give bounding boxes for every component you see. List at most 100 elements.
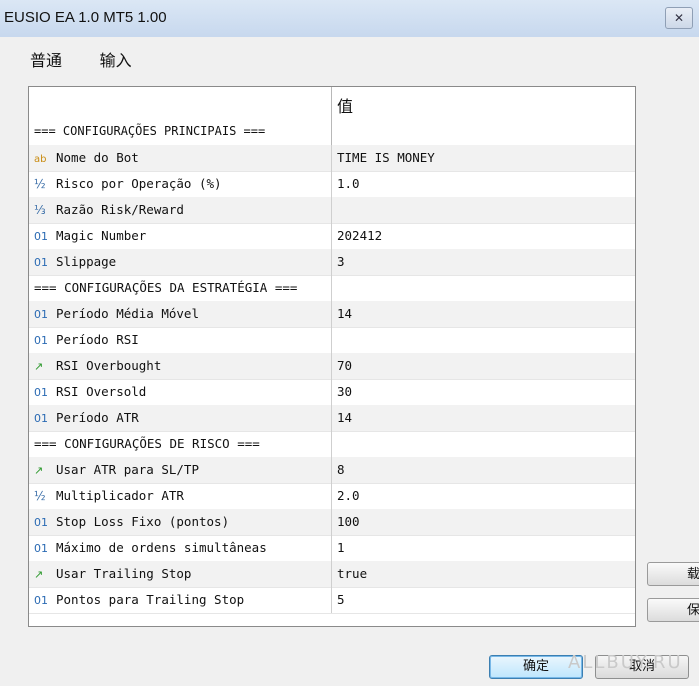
tab-bar: 普通 输入 [30,47,160,71]
parameter-row[interactable]: 01 RSI Oversold 30 [29,379,635,406]
parameter-value[interactable]: 1 [337,535,627,561]
parameter-value[interactable]: 70 [337,353,627,379]
load-button[interactable]: 载 [647,562,699,586]
parameter-value[interactable]: 8 [337,457,627,483]
parameter-label: RSI Overbought [56,358,162,373]
integer-type-icon: 01 [34,230,48,243]
tab-inputs[interactable]: 输入 [100,47,132,71]
close-icon[interactable]: ✕ [665,7,693,29]
parameter-name: ↗ Usar ATR para SL/TP [34,457,326,483]
parameter-value[interactable]: true [337,561,627,587]
grid-header: 值 === CONFIGURAÇÕES PRINCIPAIS === [29,87,635,146]
parameter-name: 01 Magic Number [34,223,326,249]
parameter-label: Razão Risk/Reward [56,202,184,217]
parameter-label: Stop Loss Fixo (pontos) [56,514,230,529]
watermark: ALLBUY.RU [568,652,683,673]
parameter-row[interactable]: ½ Risco por Operação (%) 1.0 [29,171,635,198]
parameter-value[interactable]: 14 [337,301,627,327]
parameter-value[interactable]: 100 [337,509,627,535]
integer-type-icon: 01 [34,594,48,607]
parameter-name: 01 RSI Oversold [34,379,326,405]
parameter-name: 01 Slippage [34,249,326,275]
parameter-value[interactable] [337,327,627,353]
parameter-value[interactable]: 2.0 [337,483,627,509]
double-type-icon: ½ [34,177,46,191]
parameter-name: 01 Período RSI [34,327,326,353]
parameter-row[interactable]: ↗ Usar ATR para SL/TP 8 [29,457,635,484]
parameter-label: Máximo de ordens simultâneas [56,540,267,555]
enum-type-icon: ↗ [34,360,44,373]
parameter-label: Risco por Operação (%) [56,176,222,191]
parameter-label: Usar ATR para SL/TP [56,462,199,477]
parameter-label: Nome do Bot [56,150,139,165]
parameter-name: 01 Máximo de ordens simultâneas [34,535,326,561]
save-button[interactable]: 保 [647,598,699,622]
parameter-label: Usar Trailing Stop [56,566,192,581]
parameter-value[interactable]: 202412 [337,223,627,249]
parameter-row[interactable]: 01 Pontos para Trailing Stop 5 [29,587,635,614]
parameter-name: 01 Pontos para Trailing Stop [34,587,326,613]
string-type-icon: ab [34,154,47,165]
parameter-label: Multiplicador ATR [56,488,184,503]
parameter-label: Período RSI [56,332,139,347]
parameter-label: Período Média Móvel [56,306,199,321]
section-header-row: === CONFIGURAÇÕES DA ESTRATÉGIA === [29,275,635,302]
integer-type-icon: 01 [34,412,48,425]
integer-type-icon: 01 [34,256,48,269]
parameter-value[interactable] [337,197,627,223]
parameter-row[interactable]: ⅓ Razão Risk/Reward [29,197,635,224]
parameter-name: 01 Período Média Móvel [34,301,326,327]
title-bar: EUSIO EA 1.0 MT5 1.00 ✕ [0,0,699,37]
window-title: EUSIO EA 1.0 MT5 1.00 [4,9,167,26]
tab-common[interactable]: 普通 [30,47,62,71]
parameter-label: Pontos para Trailing Stop [56,592,245,607]
parameter-name: ½ Multiplicador ATR [34,483,326,509]
parameter-label: Slippage [56,254,117,269]
parameter-value[interactable]: TIME IS MONEY [337,145,627,171]
double-type-icon: ⅓ [34,203,46,217]
section-main-header: === CONFIGURAÇÕES PRINCIPAIS === [34,124,266,138]
enum-type-icon: ↗ [34,568,44,581]
parameter-row[interactable]: 01 Slippage 3 [29,249,635,276]
parameter-value[interactable]: 30 [337,379,627,405]
parameter-label: === CONFIGURAÇÕES DA ESTRATÉGIA === [34,280,298,295]
parameter-value[interactable]: 1.0 [337,171,627,197]
parameter-value [337,275,627,301]
value-column-header: 值 [337,97,354,116]
parameter-name: ↗ RSI Overbought [34,353,326,379]
section-header-row: === CONFIGURAÇÕES DE RISCO === [29,431,635,458]
parameter-label: RSI Oversold [56,384,147,399]
parameter-name: ↗ Usar Trailing Stop [34,561,326,587]
parameter-name: 01 Período ATR [34,405,326,431]
parameter-label: === CONFIGURAÇÕES DE RISCO === [34,436,260,451]
parameter-row[interactable]: 01 Stop Loss Fixo (pontos) 100 [29,509,635,536]
parameter-row[interactable]: 01 Magic Number 202412 [29,223,635,250]
parameter-value[interactable]: 14 [337,405,627,431]
parameter-row[interactable]: 01 Período RSI [29,327,635,354]
double-type-icon: ½ [34,489,46,503]
parameter-row[interactable]: 01 Período ATR 14 [29,405,635,432]
integer-type-icon: 01 [34,308,48,321]
parameter-name: ⅓ Razão Risk/Reward [34,197,326,223]
parameter-row[interactable]: ↗ Usar Trailing Stop true [29,561,635,588]
parameter-row[interactable]: ↗ RSI Overbought 70 [29,353,635,380]
parameter-label: Magic Number [56,228,147,243]
parameter-value[interactable]: 3 [337,249,627,275]
parameter-row[interactable]: ½ Multiplicador ATR 2.0 [29,483,635,510]
parameter-row[interactable]: 01 Máximo de ordens simultâneas 1 [29,535,635,562]
parameter-name: ½ Risco por Operação (%) [34,171,326,197]
integer-type-icon: 01 [34,386,48,399]
parameter-value [337,431,627,457]
parameter-label: Período ATR [56,410,139,425]
parameter-name: ab Nome do Bot [34,145,326,171]
parameters-grid: 值 === CONFIGURAÇÕES PRINCIPAIS === ab Nom… [28,86,636,627]
parameter-name: 01 Stop Loss Fixo (pontos) [34,509,326,535]
parameter-row[interactable]: 01 Período Média Móvel 14 [29,301,635,328]
enum-type-icon: ↗ [34,464,44,477]
integer-type-icon: 01 [34,542,48,555]
parameter-name: === CONFIGURAÇÕES DE RISCO === [34,431,326,457]
parameter-name: === CONFIGURAÇÕES DA ESTRATÉGIA === [34,275,326,301]
integer-type-icon: 01 [34,516,48,529]
parameter-value[interactable]: 5 [337,587,627,613]
parameter-row[interactable]: ab Nome do Bot TIME IS MONEY [29,145,635,172]
